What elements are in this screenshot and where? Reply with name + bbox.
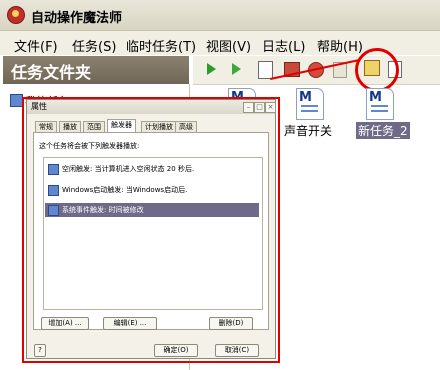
cancel-button[interactable]: 取消(C) bbox=[215, 344, 259, 357]
task-label-selected[interactable]: 新任务_2 bbox=[356, 122, 410, 139]
triggers-description: 这个任务将会被下列触发器播放: bbox=[39, 142, 140, 150]
delete-trigger-button[interactable]: 删除(D) bbox=[209, 317, 253, 330]
tab-triggers[interactable]: 触发器 bbox=[107, 119, 136, 133]
play-step-icon[interactable] bbox=[232, 63, 241, 75]
trigger-item[interactable]: 空闲触发: 当计算机进入空闲状态 20 秒后. bbox=[62, 164, 194, 174]
menu-task[interactable]: 任务(S) bbox=[72, 36, 116, 55]
trigger-list: 空闲触发: 当计算机进入空闲状态 20 秒后. Windows启动触发: 当Wi… bbox=[43, 157, 263, 310]
menu-view[interactable]: 视图(V) bbox=[206, 36, 251, 55]
task-label[interactable]: 声音开关 bbox=[284, 122, 332, 139]
add-trigger-button[interactable]: 增加(A) ... bbox=[41, 317, 89, 330]
window-title: 自动操作魔法师 bbox=[31, 11, 123, 26]
play-icon[interactable] bbox=[207, 63, 216, 75]
task-icon[interactable]: M bbox=[296, 88, 324, 120]
menu-help[interactable]: 帮助(H) bbox=[317, 36, 363, 55]
app-logo-icon bbox=[7, 6, 25, 24]
dialog-title-bar bbox=[27, 100, 275, 114]
menu-temp-task[interactable]: 临时任务(T) bbox=[126, 36, 196, 55]
dialog-close-icon[interactable]: × bbox=[265, 102, 276, 113]
dialog-minimize-icon[interactable]: – bbox=[243, 102, 254, 113]
dialog-maximize-icon[interactable]: □ bbox=[254, 102, 265, 113]
help-button[interactable]: ? bbox=[34, 344, 46, 357]
edit-task-icon[interactable] bbox=[258, 61, 273, 79]
menu-file[interactable]: 文件(F) bbox=[14, 36, 58, 55]
edit-trigger-button[interactable]: 编辑(E) ... bbox=[103, 317, 157, 330]
dialog-title: 属性 bbox=[31, 102, 47, 111]
highlight-circle bbox=[355, 48, 399, 92]
windows-trigger-icon bbox=[48, 185, 59, 196]
task-folder-header: 任务文件夹 bbox=[3, 56, 189, 84]
ok-button[interactable]: 确定(O) bbox=[154, 344, 198, 357]
system-event-trigger-icon bbox=[48, 205, 59, 216]
task-folder-title: 任务文件夹 bbox=[11, 63, 92, 82]
trigger-item[interactable]: Windows启动触发: 当Windows启动后. bbox=[62, 185, 187, 195]
properties-dialog: 属性 – □ × 常规 播放 范围 触发器 计划播放 高级 这个任务将会被下列触… bbox=[26, 99, 276, 359]
task-icon[interactable]: M bbox=[366, 88, 394, 120]
menu-log[interactable]: 日志(L) bbox=[262, 36, 305, 55]
trigger-item-selected[interactable]: 系统事件触发: 时间被修改 bbox=[62, 205, 144, 215]
idle-trigger-icon bbox=[48, 164, 59, 175]
